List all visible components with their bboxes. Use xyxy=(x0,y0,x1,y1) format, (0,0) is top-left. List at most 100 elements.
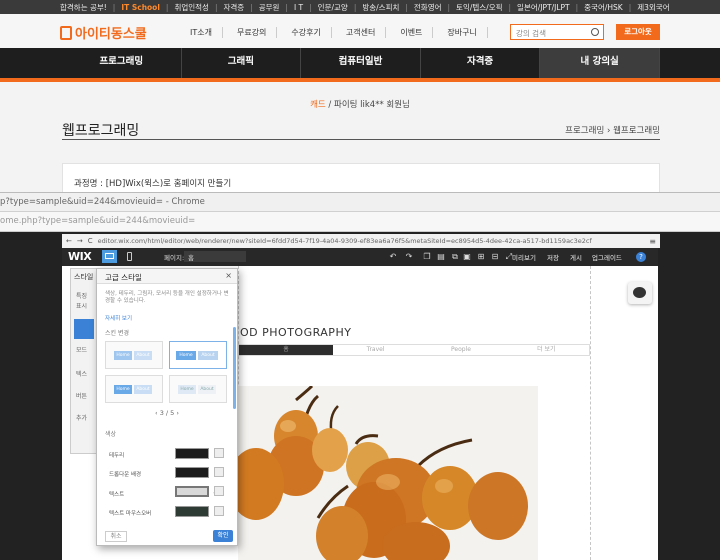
dropdown-bg-swatch[interactable]: ▾ xyxy=(175,467,217,478)
strip-category-link[interactable]: 일본어/JPT/JLPT xyxy=(517,2,570,13)
text-hover-swatch[interactable]: ▾ xyxy=(175,506,217,517)
strip-separator: | xyxy=(214,2,218,12)
skin-home: Home xyxy=(114,385,132,394)
site-title[interactable]: OD PHOTOGRAPHY xyxy=(240,326,351,339)
hero-image[interactable] xyxy=(238,386,538,560)
skin-option[interactable]: Home About xyxy=(169,375,227,403)
header-nav-item[interactable]: 장바구니 xyxy=(447,27,488,38)
mobile-view-button[interactable] xyxy=(122,250,137,263)
header-nav-item[interactable]: IT소개 xyxy=(190,27,223,38)
dialog-header[interactable]: 고급 스타일 × xyxy=(97,269,237,284)
skin-about: About xyxy=(134,351,152,360)
strip-separator: | xyxy=(309,2,312,12)
skin-option-selected[interactable]: Home About xyxy=(169,341,227,369)
search-icon[interactable] xyxy=(591,28,599,36)
paste-icon[interactable]: ▤ xyxy=(436,252,446,262)
publish-button[interactable]: 게시 xyxy=(570,252,582,262)
site-logo[interactable]: 아이티동스쿨 xyxy=(60,23,147,42)
text-hover-picker[interactable] xyxy=(214,506,224,516)
chat-button[interactable] xyxy=(628,282,652,304)
border-color-swatch[interactable]: ▾ xyxy=(175,448,217,459)
strip-category-link[interactable]: 제3외국어 xyxy=(637,2,669,13)
strip-category-link[interactable]: IT School xyxy=(121,3,160,12)
logout-button[interactable]: 로그아웃 xyxy=(616,24,660,40)
header-nav-item[interactable]: 고객센터 xyxy=(346,27,387,38)
popup-url: ome.php?type=sample&uid=244&movieuid= xyxy=(0,216,196,226)
redo-icon[interactable]: ↷ xyxy=(404,252,414,262)
popup-titlebar[interactable]: p?type=sample&uid=244&movieuid= - Chrome xyxy=(0,192,720,212)
logo-text: 아이티동스쿨 xyxy=(75,27,147,42)
undo-icon[interactable]: ↶ xyxy=(388,252,398,262)
site-header: 아이티동스쿨 IT소개 무료강의 수강후기 고객센터 이벤트 장바구니 강의 검색 로그아… xyxy=(0,14,720,48)
close-icon[interactable]: × xyxy=(225,271,232,280)
strip-separator: | xyxy=(285,2,288,12)
breadcrumb[interactable]: 프로그래밍 › 웹프로그래밍 xyxy=(565,124,660,136)
style-panel-preview[interactable] xyxy=(74,319,94,339)
skin-scrollbar[interactable] xyxy=(233,327,236,409)
reload-icon[interactable]: C xyxy=(88,237,93,245)
strip-category-link[interactable]: 공무원 xyxy=(259,2,280,13)
course-name: 과정명 : [HD]Wix(윅스)로 홈페이지 만들기 xyxy=(74,179,232,189)
save-button[interactable]: 저장 xyxy=(547,252,559,262)
main-nav-item[interactable]: 프로그래밍 xyxy=(62,48,182,78)
strip-category-link[interactable]: 자격증 xyxy=(223,2,244,13)
skin-pager[interactable]: ‹ 3 / 5 › xyxy=(105,409,229,417)
delete-icon[interactable]: ▣ xyxy=(462,252,472,262)
strip-category-link[interactable]: 방송/스피치 xyxy=(362,2,399,13)
border-color-picker[interactable] xyxy=(214,448,224,458)
gridlines-icon[interactable]: ⊟ xyxy=(490,252,500,262)
skin-about: About xyxy=(198,351,218,360)
main-nav-item[interactable]: 그래픽 xyxy=(182,48,302,78)
style-panel-line[interactable]: 버튼 xyxy=(76,391,87,400)
strip-category-link[interactable]: I T xyxy=(294,3,303,12)
site-menu[interactable]: 홈 Travel People 더 보기 xyxy=(238,344,590,356)
cancel-button[interactable]: 취소 xyxy=(105,531,127,542)
duplicate-icon[interactable]: ⧉ xyxy=(450,252,460,262)
header-nav-item[interactable]: 무료강의 xyxy=(237,27,278,38)
header-nav-item[interactable]: 수강후기 xyxy=(291,27,332,38)
preview-button[interactable]: 미리보기 xyxy=(512,252,536,262)
forward-arrow-icon[interactable]: → xyxy=(77,237,83,245)
learn-more-link[interactable]: 자세히 보기 xyxy=(105,314,132,322)
upgrade-button[interactable]: 업그레이드 xyxy=(592,252,622,262)
desktop-icon xyxy=(105,253,114,259)
popup-addressbar[interactable]: ome.php?type=sample&uid=244&movieuid= xyxy=(0,212,720,232)
right-guide-line xyxy=(590,266,591,560)
ok-button[interactable]: 확인 xyxy=(213,530,233,542)
strip-category-link[interactable]: 중국어/HSK xyxy=(584,2,623,13)
help-icon[interactable]: ? xyxy=(636,252,646,262)
site-menu-item[interactable]: Travel xyxy=(333,345,418,355)
text-color-picker[interactable] xyxy=(214,486,224,496)
main-nav-item[interactable]: 내 강의실 xyxy=(540,48,660,78)
skin-option[interactable]: Home About xyxy=(105,341,163,369)
main-nav-item[interactable]: 컴퓨터일반 xyxy=(301,48,421,78)
url-field[interactable]: editor.wix.com/html/editor/web/renderer/… xyxy=(98,237,645,245)
main-nav-item[interactable]: 자격증 xyxy=(421,48,541,78)
search-placeholder: 강의 검색 xyxy=(516,29,546,38)
page-select[interactable]: 홈 xyxy=(184,251,246,262)
text-color-swatch[interactable]: ▾ xyxy=(175,486,216,497)
mobile-icon xyxy=(127,252,132,261)
back-arrow-icon[interactable]: ← xyxy=(66,237,72,245)
site-menu-item[interactable]: People xyxy=(418,345,503,355)
align-icon[interactable]: ⊞ xyxy=(476,252,486,262)
header-nav-item[interactable]: 이벤트 xyxy=(400,27,434,38)
strip-category-link[interactable]: 전화영어 xyxy=(414,2,442,13)
browser-menu-icon[interactable]: ≡ xyxy=(649,237,660,246)
strip-category-link[interactable]: 인문/교양 xyxy=(318,2,348,13)
search-input[interactable]: 강의 검색 xyxy=(510,24,604,40)
strip-category-link[interactable]: 취업인적성 xyxy=(174,2,209,13)
strip-category-link[interactable]: 토익/텝스/오픽 xyxy=(456,2,502,13)
desktop-view-button[interactable] xyxy=(102,250,117,263)
strip-separator: | xyxy=(353,2,357,12)
site-menu-item[interactable]: 홈 xyxy=(239,345,333,355)
copy-icon[interactable]: ❐ xyxy=(422,252,432,262)
skin-option[interactable]: Home About xyxy=(105,375,163,403)
wix-logo[interactable]: WIX xyxy=(68,250,92,263)
dropdown-bg-picker[interactable] xyxy=(214,467,224,477)
skin-home: Home xyxy=(178,385,196,394)
browser-address-bar: ← → C editor.wix.com/html/editor/web/ren… xyxy=(62,234,660,248)
site-menu-item[interactable]: 더 보기 xyxy=(504,345,589,355)
style-panel-line[interactable]: 추가 xyxy=(76,413,87,422)
welcome-category[interactable]: 캐드 xyxy=(310,100,326,110)
